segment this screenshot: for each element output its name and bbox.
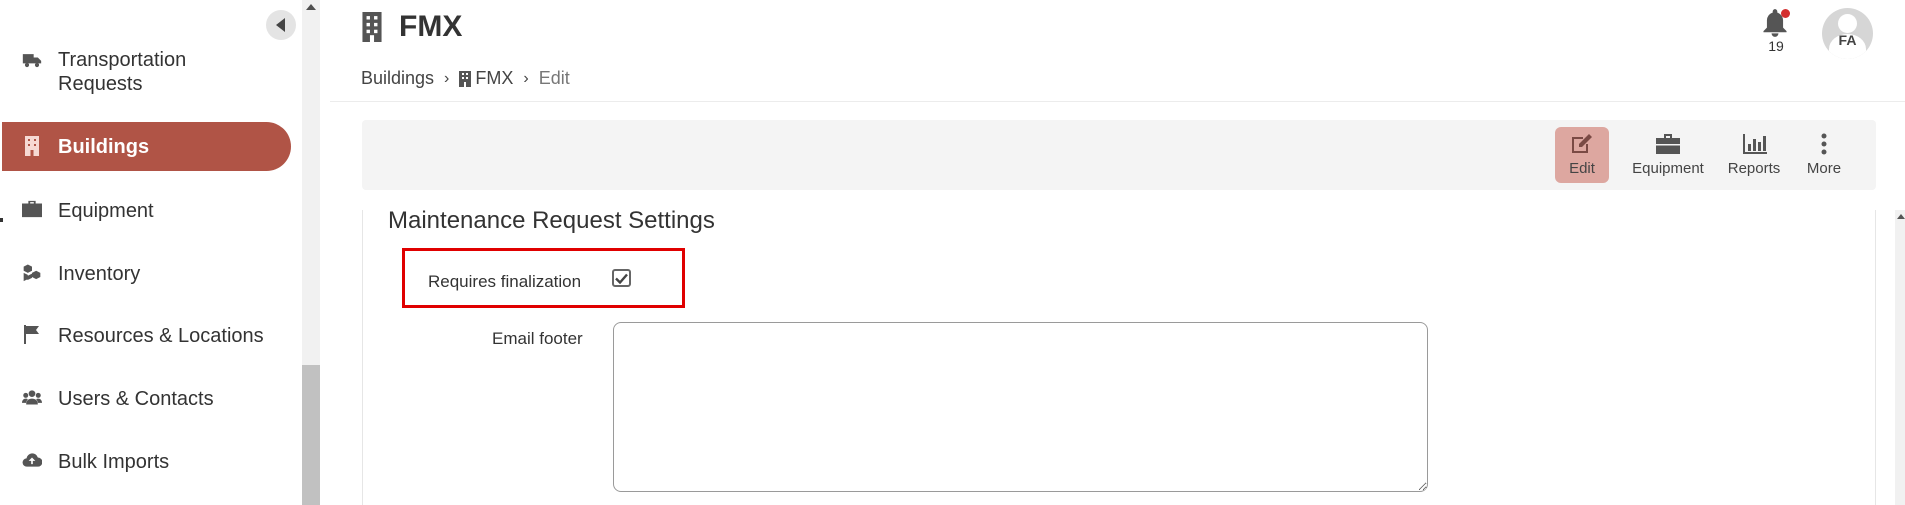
edit-icon — [1572, 134, 1592, 153]
truck-icon — [20, 48, 44, 72]
action-toolbar: Edit Equipment Reports More — [362, 120, 1876, 190]
cubes-icon — [20, 260, 44, 284]
avatar-head — [1838, 14, 1857, 33]
breadcrumb-building-link[interactable]: FMX — [459, 68, 513, 89]
sidebar: Transportation Requests Buildings Equipm… — [0, 0, 302, 505]
requires-finalization-label: Requires finalization — [428, 272, 582, 291]
sidebar-item-label: Equipment — [58, 200, 154, 222]
breadcrumb-current: Edit — [538, 68, 570, 88]
notifications-button[interactable]: 19 — [1761, 8, 1793, 54]
chevron-right-icon: › — [523, 69, 529, 87]
sidebar-item-buildings[interactable]: Buildings — [2, 122, 291, 171]
avatar-initials: FA — [1838, 32, 1857, 48]
edit-label: Edit — [1569, 160, 1595, 177]
notification-count: 19 — [1768, 38, 1784, 54]
reports-button[interactable]: Reports — [1719, 127, 1789, 183]
page-title-text: FMX — [399, 10, 463, 43]
notification-dot — [1781, 9, 1790, 18]
scroll-up-arrow-icon[interactable] — [306, 4, 316, 10]
chevron-right-icon: › — [444, 69, 450, 87]
sidebar-item-users-contacts[interactable]: Users & Contacts — [2, 385, 291, 413]
breadcrumb-buildings-link[interactable]: Buildings — [361, 68, 434, 89]
avatar[interactable]: FA — [1822, 8, 1873, 59]
users-icon — [20, 385, 44, 409]
sidebar-item-label: Users & Contacts — [58, 388, 214, 410]
content-scrollbar[interactable] — [1895, 210, 1905, 505]
edit-button[interactable]: Edit — [1555, 127, 1609, 183]
sidebar-item-inventory[interactable]: Inventory — [2, 260, 291, 288]
sidebar-item-label: Bulk Imports — [58, 451, 170, 473]
flag-icon — [20, 322, 44, 346]
sidebar-item-label: Resources & Locations — [58, 325, 264, 347]
sidebar-item-label: Buildings — [58, 136, 150, 158]
building-icon — [459, 70, 472, 87]
equipment-button[interactable]: Equipment — [1626, 127, 1710, 183]
briefcase-icon — [20, 197, 44, 221]
sidebar-item-bulk-imports[interactable]: Bulk Imports — [2, 448, 291, 476]
sidebar-scrollbar-thumb[interactable] — [302, 365, 320, 505]
breadcrumb-building-label: FMX — [475, 68, 514, 88]
sidebar-item-transportation-requests[interactable]: Transportation Requests — [2, 48, 291, 100]
building-icon — [20, 134, 44, 158]
header-divider — [330, 101, 1905, 102]
more-vertical-icon — [1821, 133, 1827, 155]
sidebar-item-label: Inventory — [58, 263, 141, 285]
scroll-up-arrow-icon[interactable] — [1897, 214, 1905, 219]
sidebar-item-label: Transportation Requests — [58, 49, 187, 95]
briefcase-icon — [1656, 134, 1680, 154]
cloud-upload-icon — [20, 448, 44, 472]
email-footer-textarea[interactable] — [613, 322, 1428, 492]
page-title: FMX — [361, 10, 462, 44]
sidebar-item-resources-locations[interactable]: Resources & Locations — [2, 322, 291, 350]
section-title: Maintenance Request Settings — [388, 207, 715, 234]
breadcrumb: Buildings › FMX › Edit — [361, 68, 570, 89]
reports-label: Reports — [1727, 160, 1781, 177]
equipment-label: Equipment — [1632, 160, 1704, 177]
sidebar-item-equipment[interactable]: Equipment — [2, 197, 291, 225]
more-button[interactable]: More — [1799, 127, 1849, 183]
email-footer-label: Email footer — [492, 329, 583, 348]
chevron-left-icon — [276, 18, 285, 32]
requires-finalization-checkbox[interactable] — [612, 269, 631, 287]
check-icon — [615, 273, 628, 284]
sidebar-collapse-button[interactable] — [266, 10, 296, 40]
building-icon — [362, 12, 382, 42]
bar-chart-icon — [1743, 134, 1767, 154]
more-label: More — [1806, 160, 1842, 177]
